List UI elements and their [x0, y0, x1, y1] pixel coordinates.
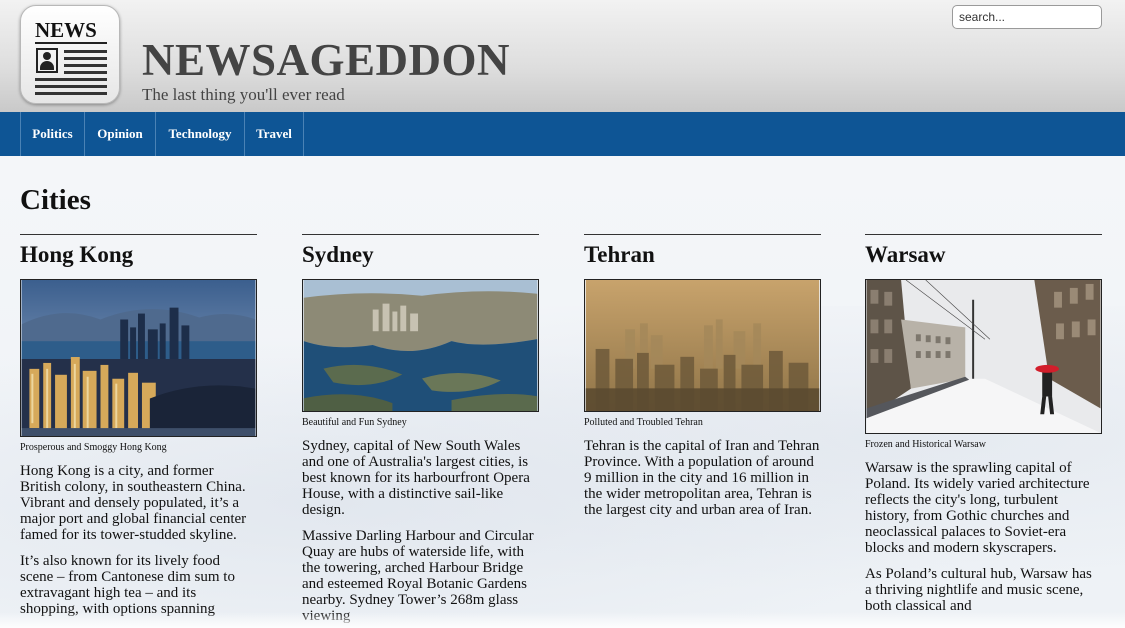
site-tagline: The last thing you'll ever read — [142, 85, 345, 104]
city-title: Tehran — [584, 242, 655, 267]
column-divider — [584, 234, 821, 235]
city-paragraph: As Poland’s cultural hub, Warsaw has a t… — [865, 566, 1092, 614]
city-column-sydney: Sydney Beautiful and Fun Sydney Sydney, … — [302, 234, 539, 624]
page-title: Cities — [20, 184, 91, 216]
logo-line — [64, 64, 107, 67]
city-title: Warsaw — [865, 242, 946, 267]
logo-line — [35, 78, 107, 81]
warsaw-photo — [865, 279, 1102, 434]
logo-text: NEWS — [35, 18, 97, 42]
logo-line — [64, 50, 107, 53]
photo-caption: Prosperous and Smoggy Hong Kong — [20, 442, 167, 453]
column-divider — [865, 234, 1102, 235]
column-divider — [302, 234, 539, 235]
city-title: Sydney — [302, 242, 374, 267]
search-input[interactable] — [952, 5, 1102, 29]
city-paragraph: It’s also known for its lively food scen… — [20, 553, 235, 617]
logo-rule — [35, 42, 107, 44]
logo-line — [35, 92, 107, 95]
photo-caption: Beautiful and Fun Sydney — [302, 417, 407, 428]
site-header: NEWS NEWSAGEDDON The last thing you'll e… — [0, 0, 1125, 112]
column-divider — [20, 234, 257, 235]
city-paragraph: Hong Kong is a city, and former British … — [20, 463, 247, 543]
main-content: Cities Hong Kong Prosperous and Smoggy H… — [0, 156, 1125, 628]
nav-item-politics[interactable]: Politics — [20, 112, 84, 156]
city-paragraph: Tehran is the capital of Iran and Tehran… — [584, 438, 820, 518]
logo-person-icon — [36, 48, 58, 73]
city-paragraph: Sydney, capital of New South Wales and o… — [302, 438, 530, 518]
tehran-photo — [584, 279, 821, 412]
logo-line — [35, 85, 107, 88]
nav-item-opinion[interactable]: Opinion — [84, 112, 155, 156]
site-title[interactable]: NEWSAGEDDON — [142, 38, 510, 83]
main-nav: Politics Opinion Technology Travel — [0, 112, 1125, 156]
sydney-photo — [302, 279, 539, 412]
logo-line — [64, 71, 107, 74]
photo-caption: Frozen and Historical Warsaw — [865, 439, 986, 450]
hong-kong-photo — [20, 279, 257, 437]
newspaper-logo-icon[interactable]: NEWS — [20, 5, 120, 104]
nav-item-travel[interactable]: Travel — [244, 112, 304, 156]
city-title: Hong Kong — [20, 242, 134, 267]
city-column-warsaw: Warsaw Frozen and Historical Warsaw Wars… — [865, 234, 1102, 614]
city-paragraph: Warsaw is the sprawling capital of Polan… — [865, 460, 1090, 556]
city-column-tehran: Tehran Polluted and Troubled Tehran Tehr… — [584, 234, 821, 518]
city-column-hong-kong: Hong Kong Prosperous and Smoggy Hong Kon… — [20, 234, 257, 617]
city-paragraph: Massive Darling Harbour and Circular Qua… — [302, 528, 534, 624]
logo-line — [64, 57, 107, 60]
nav-item-technology[interactable]: Technology — [155, 112, 244, 156]
photo-caption: Polluted and Troubled Tehran — [584, 417, 703, 428]
